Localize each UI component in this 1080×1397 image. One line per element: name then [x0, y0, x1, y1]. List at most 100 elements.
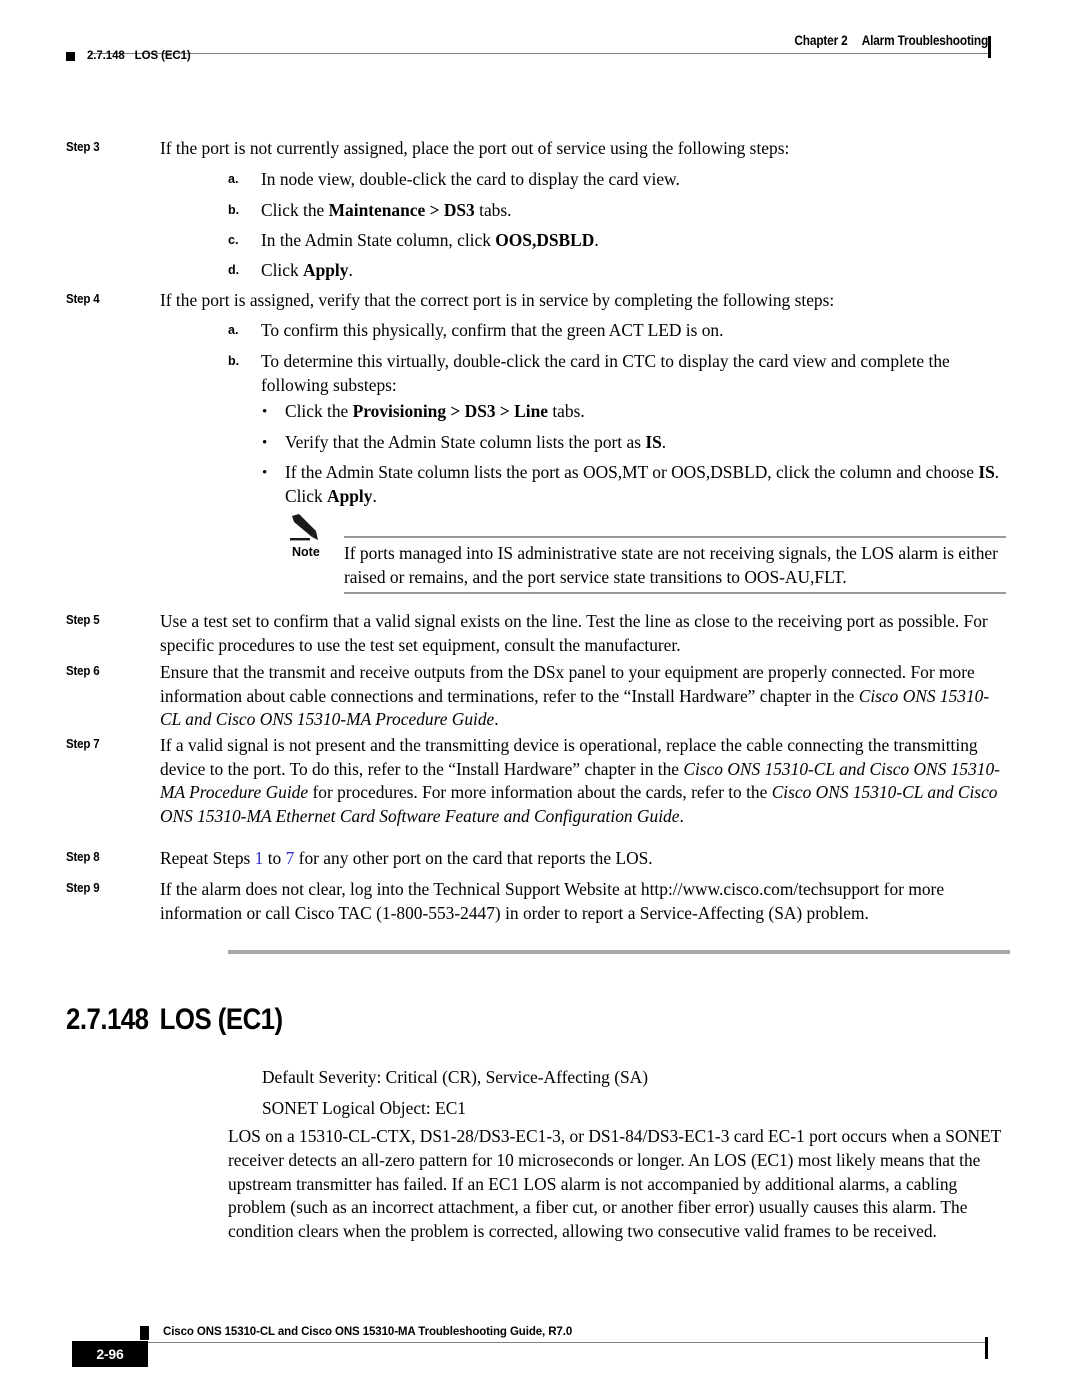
substep-text-pre: In the Admin State column, click [261, 230, 496, 250]
header-section-info: 2.7.148 LOS (EC1) [66, 50, 191, 62]
step-label: Step 5 [66, 613, 100, 627]
bullet-text-bold: IS [645, 432, 662, 452]
substep-row: a. To confirm this physically, confirm t… [228, 319, 1010, 343]
bullet-dot-icon: • [262, 435, 268, 451]
substep-row: d. Click Apply. [228, 259, 1010, 283]
substep-text-bold: Apply [303, 260, 349, 280]
note-rule-top [344, 536, 1006, 538]
bullet-text: If the Admin State column lists the port… [285, 461, 1010, 508]
header-chapter-number: Chapter 2 [794, 33, 848, 48]
substep-text-pre: In node view, double-click the card to d… [261, 169, 680, 189]
step-text-seg1: Ensure that the transmit and receive out… [160, 662, 975, 706]
substep-marker: b. [228, 354, 240, 368]
header-section-number: 2.7.148 [87, 50, 125, 62]
header-chapter-info: Chapter 2 Alarm Troubleshooting [794, 33, 988, 48]
step-row: Step 4 If the port is assigned, verify t… [66, 289, 1006, 313]
substep-row: b. Click the Maintenance > DS3 tabs. [228, 199, 1010, 223]
page-footer: Cisco ONS 15310-CL and Cisco ONS 15310-M… [0, 1310, 1080, 1390]
step-label: Step 6 [66, 664, 100, 678]
bullet-text-post: . [661, 432, 667, 452]
substep-text-pre: Click the [261, 200, 329, 220]
footer-guide-title: Cisco ONS 15310-CL and Cisco ONS 15310-M… [163, 1326, 573, 1338]
bullet-text: Click the Provisioning > DS3 > Line tabs… [285, 400, 1010, 424]
note-label: Note [292, 545, 320, 559]
bullet-text-bold: IS [978, 462, 995, 482]
step-text: If the port is not currently assigned, p… [160, 138, 790, 158]
step-label: Step 8 [66, 850, 100, 864]
bullet-text-post2: . [372, 485, 377, 506]
substep-text: Click the Maintenance > DS3 tabs. [261, 199, 1010, 223]
step-text-seg3: for any other port on the card that repo… [294, 848, 653, 868]
step-text-seg1: Repeat Steps [160, 848, 255, 868]
step-label: Step 4 [66, 292, 100, 306]
substep-row: b. To determine this virtually, double-c… [228, 350, 1010, 397]
substep-text: In the Admin State column, click OOS,DSB… [261, 229, 1010, 253]
square-bullet-icon [66, 51, 75, 61]
bullet-text-post: tabs. [548, 401, 585, 421]
substep-row: a. In node view, double-click the card t… [228, 168, 1010, 192]
step-text: Use a test set to confirm that a valid s… [160, 611, 988, 655]
substep-text-pre: To determine this virtually, double-clic… [261, 351, 950, 395]
step-text: Repeat Steps 1 to 7 for any other port o… [160, 847, 1006, 871]
bullet-text-pre: Click the [285, 401, 353, 421]
step-text-seg2: to [263, 848, 286, 868]
substep-text-post: . [348, 260, 353, 280]
step-row: Step 8 Repeat Steps 1 to 7 for any other… [66, 847, 1006, 871]
step-row: Step 9 If the alarm does not clear, log … [66, 878, 1006, 925]
step-text: If the port is assigned, verify that the… [160, 290, 835, 310]
substep-marker: c. [228, 233, 239, 247]
bullet-text-pre: Verify that the Admin State column lists… [285, 432, 646, 452]
substep-text-bold: Maintenance > DS3 [328, 200, 475, 220]
header-edge-tick [988, 36, 991, 58]
step-row: Step 7 If a valid signal is not present … [66, 734, 1006, 828]
bullet-text-bold: Provisioning > DS3 > Line [352, 401, 548, 421]
substep-text-post: tabs. [474, 200, 512, 220]
substep-text-pre: Click [261, 260, 304, 280]
step-link-7[interactable]: 7 [286, 848, 295, 868]
bullet-text-pre: If the Admin State column lists the port… [285, 462, 979, 482]
header-section-title: LOS (EC1) [134, 50, 191, 62]
substep-text: Click Apply. [261, 259, 1010, 283]
substep-text-bold: OOS,DSBLD [495, 230, 595, 250]
step-row: Step 3 If the port is not currently assi… [66, 137, 1006, 161]
header-chapter-title: Alarm Troubleshooting [861, 33, 989, 48]
section-description: LOS on a 15310-CL-CTX, DS1-28/DS3-EC1-3,… [228, 1126, 1001, 1242]
substep-marker: a. [228, 323, 239, 337]
step-text-seg3: . [679, 805, 684, 826]
page-number-badge: 2-96 [72, 1341, 148, 1367]
substep-text: To determine this virtually, double-clic… [261, 350, 1010, 397]
page-header: Chapter 2 Alarm Troubleshooting 2.7.148 L… [0, 0, 1080, 80]
bullet-text-bold2: Apply [327, 485, 373, 506]
pencil-icon [290, 514, 318, 541]
bullet-dot-icon: • [262, 465, 268, 481]
bullet-dot-icon: • [262, 404, 268, 420]
bullet-row: • If the Admin State column lists the po… [262, 461, 1010, 508]
bullet-row: • Verify that the Admin State column lis… [262, 431, 1010, 456]
substep-marker: a. [228, 172, 239, 186]
step-text: If the alarm does not clear, log into th… [160, 879, 945, 923]
step-label: Step 3 [66, 140, 100, 154]
step-row: Step 5 Use a test set to confirm that a … [66, 610, 1006, 657]
header-rule [90, 53, 988, 54]
substep-text: In node view, double-click the card to d… [261, 168, 1010, 192]
step-row: Step 6 Ensure that the transmit and rece… [66, 661, 1006, 732]
step-text: If a valid signal is not present and the… [160, 734, 1006, 828]
step-text-seg2: . [494, 709, 499, 730]
substep-marker: d. [228, 263, 240, 277]
footer-rule [90, 1342, 988, 1343]
note-rule-bottom [344, 592, 1006, 594]
step-label: Step 9 [66, 881, 100, 895]
logical-object-line: SONET Logical Object: EC1 [262, 1098, 466, 1118]
page-title: 2.7.148 LOS (EC1) [66, 1003, 283, 1037]
step-label: Step 7 [66, 737, 100, 751]
substep-marker: b. [228, 203, 240, 217]
section-divider [228, 950, 1010, 954]
note-text: If ports managed into IS administrative … [344, 543, 998, 587]
section-number: 2.7.148 [66, 1003, 149, 1036]
substep-text-pre: To confirm this physically, confirm that… [261, 320, 724, 340]
section-title: LOS (EC1) [159, 1003, 283, 1036]
footer-edge-tick [985, 1337, 988, 1359]
default-severity-line: Default Severity: Critical (CR), Service… [262, 1067, 649, 1087]
substep-text-post: . [594, 230, 599, 250]
substep-row: c. In the Admin State column, click OOS,… [228, 229, 1010, 253]
